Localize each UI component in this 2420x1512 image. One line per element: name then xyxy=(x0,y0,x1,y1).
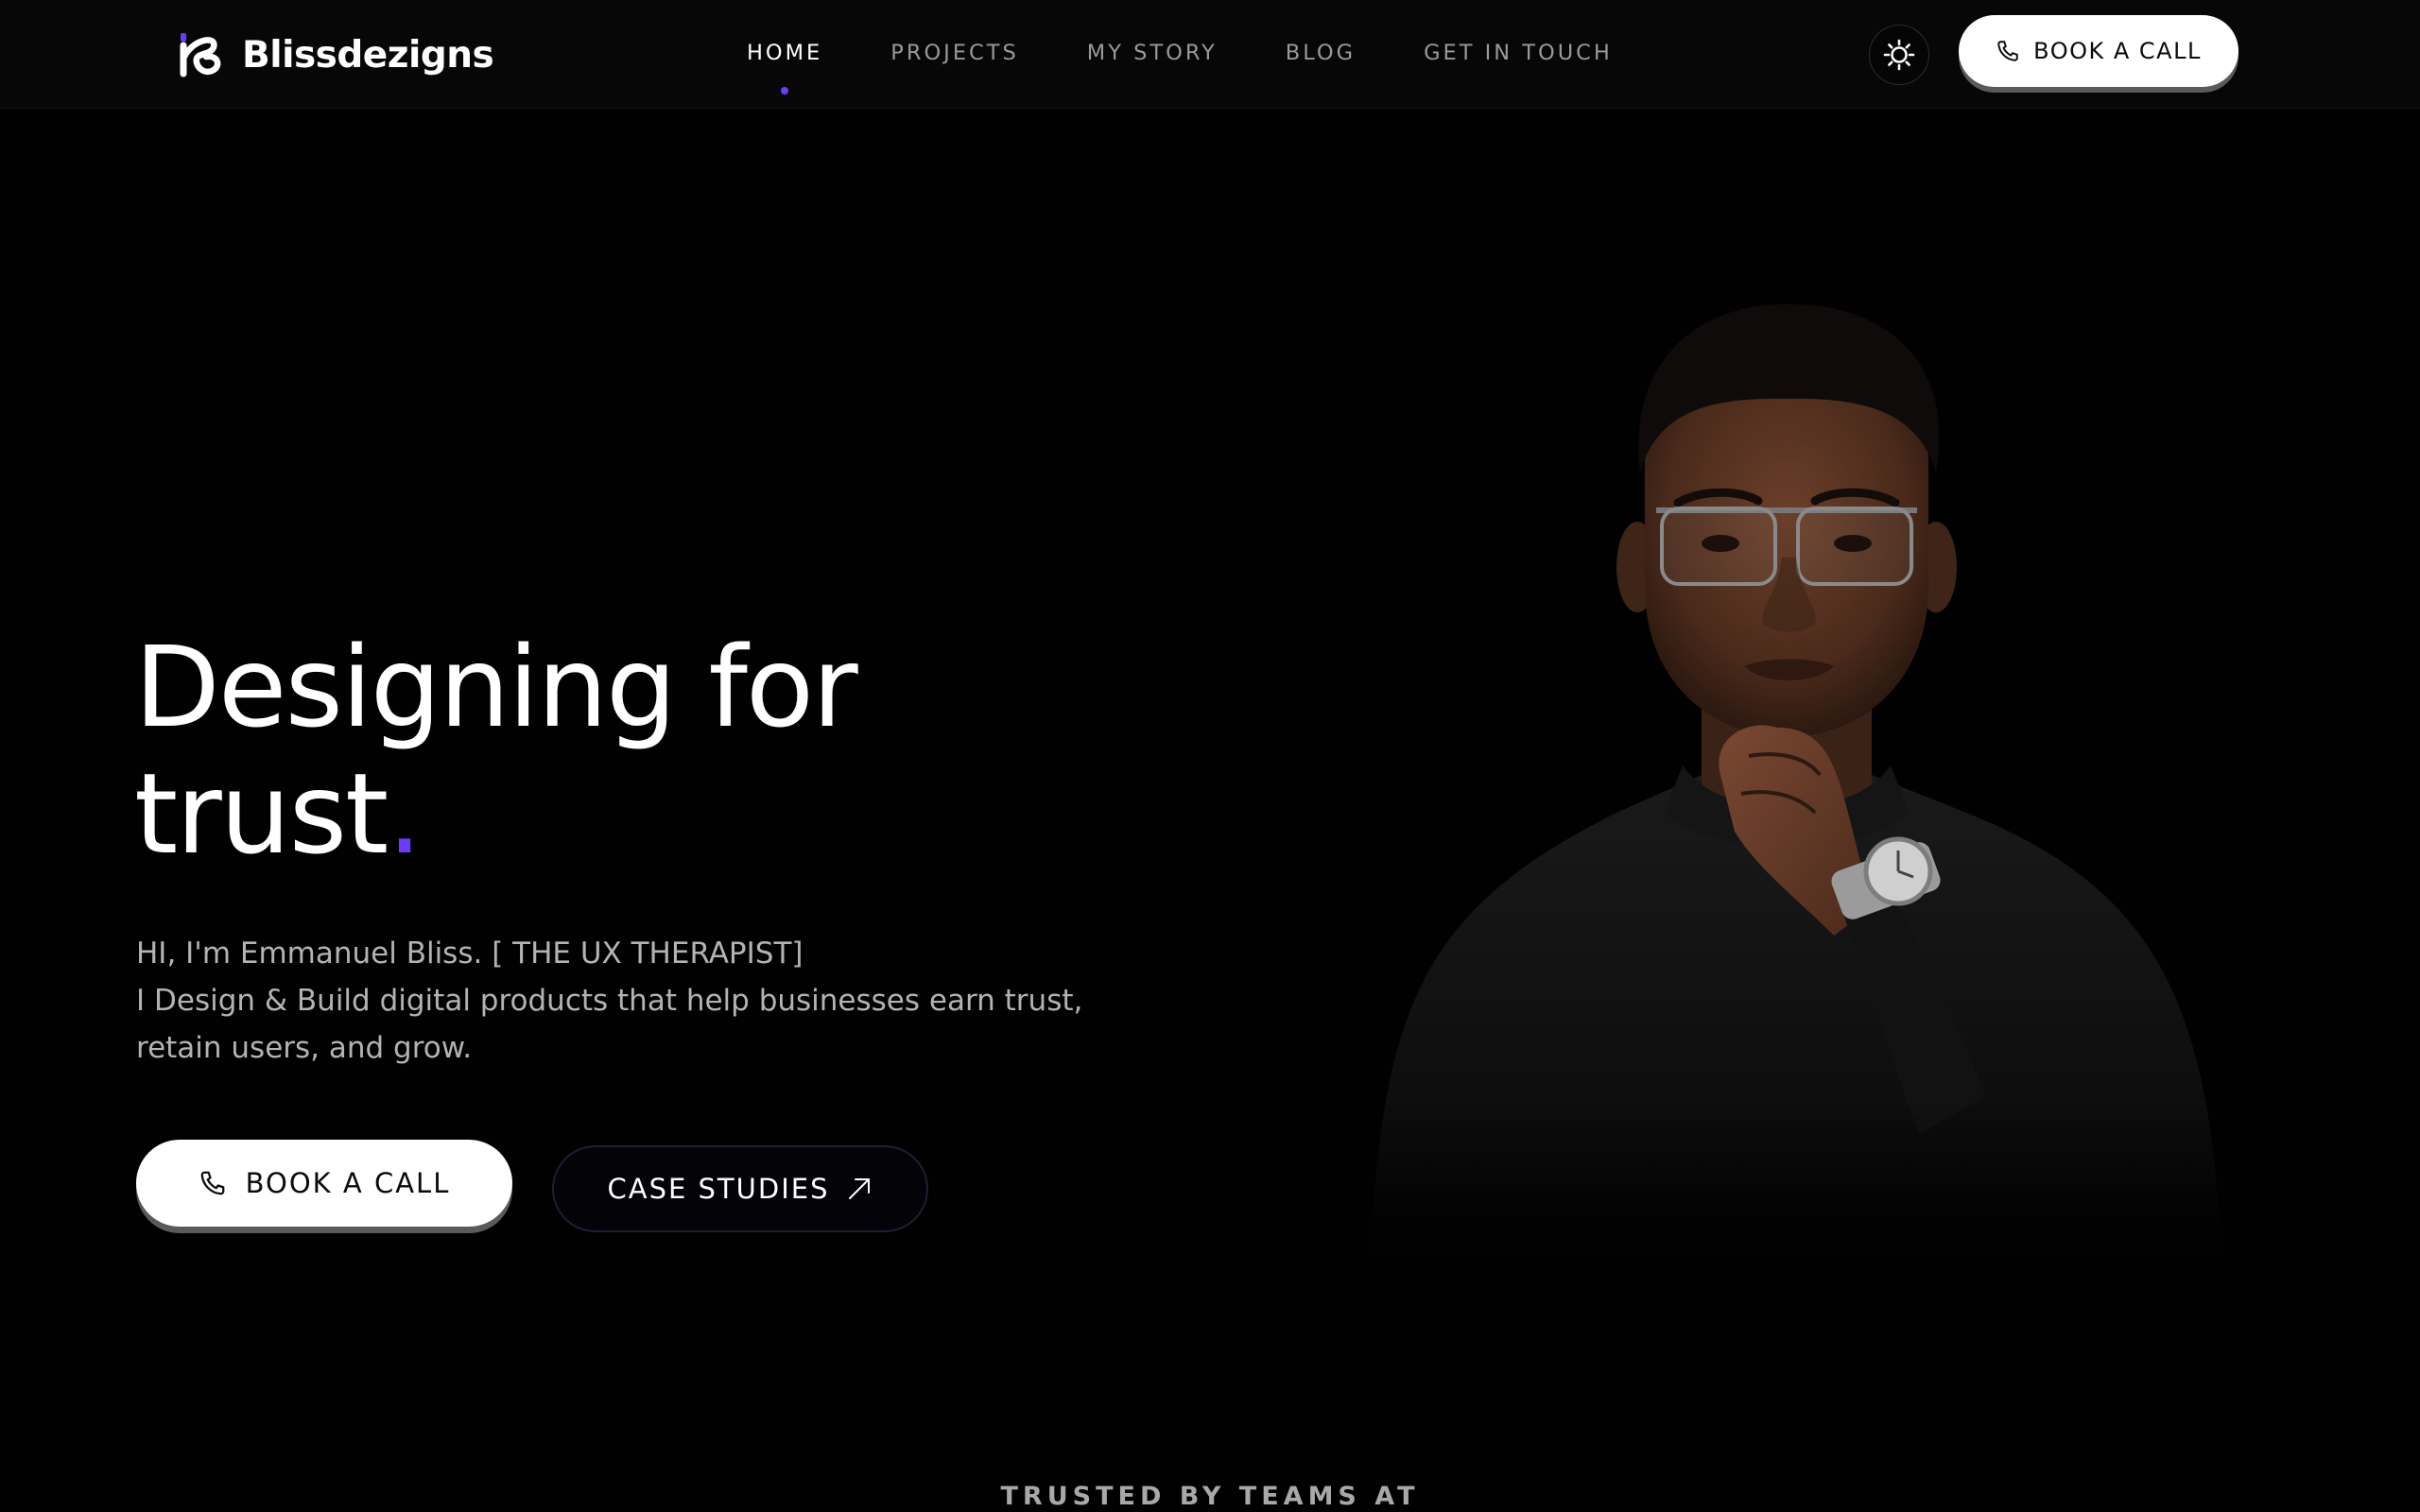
sun-moon-icon xyxy=(1883,39,1915,71)
phone-icon xyxy=(200,1171,224,1195)
hero-title-accent: . xyxy=(387,748,422,879)
trusted-by-heading: TRUSTED BY TEAMS AT xyxy=(1000,1482,1420,1511)
phone-icon xyxy=(1997,41,2018,61)
hero-title: Designing for trust. xyxy=(134,622,858,879)
hero-book-call-button[interactable]: BOOK A CALL xyxy=(136,1140,512,1227)
nav-item-label: BLOG xyxy=(1285,41,1357,65)
arrow-up-right-icon xyxy=(848,1178,870,1199)
nav-item-projects[interactable]: PROJECTS xyxy=(890,36,1019,74)
logo-mark-icon xyxy=(180,33,221,77)
hero-intro-line-1: HI, I'm Emmanuel Bliss. [ THE UX THERAPI… xyxy=(136,936,804,971)
main-nav: HOME PROJECTS MY STORY BLOG GET IN TOUCH xyxy=(747,36,1613,94)
hero-title-line-1: Designing for xyxy=(134,622,858,752)
nav-item-label: PROJECTS xyxy=(890,41,1019,65)
brand-logo[interactable]: Blissdezigns xyxy=(178,26,494,83)
hero-intro-line-3: retain users, and grow. xyxy=(136,1031,473,1065)
nav-item-get-in-touch[interactable]: GET IN TOUCH xyxy=(1424,36,1613,74)
nav-item-home[interactable]: HOME xyxy=(747,36,823,94)
header-cta-label: BOOK A CALL xyxy=(2033,38,2202,64)
hero-title-line-2: trust xyxy=(134,748,389,879)
hero-intro-line-2: I Design & Build digital products that h… xyxy=(136,984,1083,1018)
nav-item-my-story[interactable]: MY STORY xyxy=(1087,36,1218,74)
nav-item-label: MY STORY xyxy=(1086,41,1218,65)
active-indicator-dot xyxy=(781,87,789,94)
case-studies-button[interactable]: CASE STUDIES xyxy=(552,1145,928,1232)
secondary-cta-label: CASE STUDIES xyxy=(607,1173,830,1205)
primary-cta-label: BOOK A CALL xyxy=(245,1167,451,1199)
theme-toggle-button[interactable] xyxy=(1869,25,1929,85)
brand-name: Blissdezigns xyxy=(242,33,494,77)
hero-intro: HI, I'm Emmanuel Bliss. [ THE UX THERAPI… xyxy=(136,930,1195,1072)
header-book-call-button[interactable]: BOOK A CALL xyxy=(1959,15,2238,87)
hero-portrait xyxy=(1305,284,2250,1304)
nav-item-blog[interactable]: BLOG xyxy=(1286,36,1356,74)
site-header: Blissdezigns HOME PROJECTS MY STORY BLOG… xyxy=(0,0,2420,109)
nav-item-label: HOME xyxy=(747,41,823,65)
nav-item-label: GET IN TOUCH xyxy=(1424,41,1613,65)
